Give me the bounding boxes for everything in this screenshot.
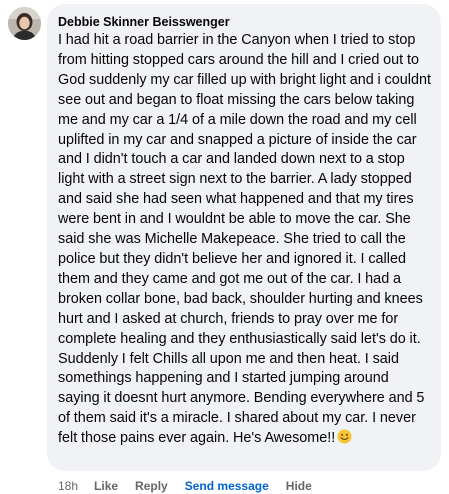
reply-button[interactable]: Reply	[135, 479, 168, 493]
send-message-button[interactable]: Send message	[185, 479, 269, 493]
hide-button[interactable]: Hide	[286, 479, 312, 493]
comment-bubble: Debbie Skinner Beisswenger I had hit a r…	[47, 4, 441, 471]
timestamp-link[interactable]: 18h	[58, 479, 78, 493]
like-button[interactable]: Like	[94, 479, 118, 493]
avatar[interactable]	[8, 7, 41, 40]
comment-actions: 18h Like Reply Send message Hide	[58, 479, 329, 493]
comment-body: I had hit a road barrier in the Canyon w…	[58, 32, 431, 447]
comment-author[interactable]: Debbie Skinner Beisswenger	[58, 14, 433, 30]
comment-text: I had hit a road barrier in the Canyon w…	[58, 31, 433, 449]
smiling-face-emoji-icon	[337, 429, 352, 444]
